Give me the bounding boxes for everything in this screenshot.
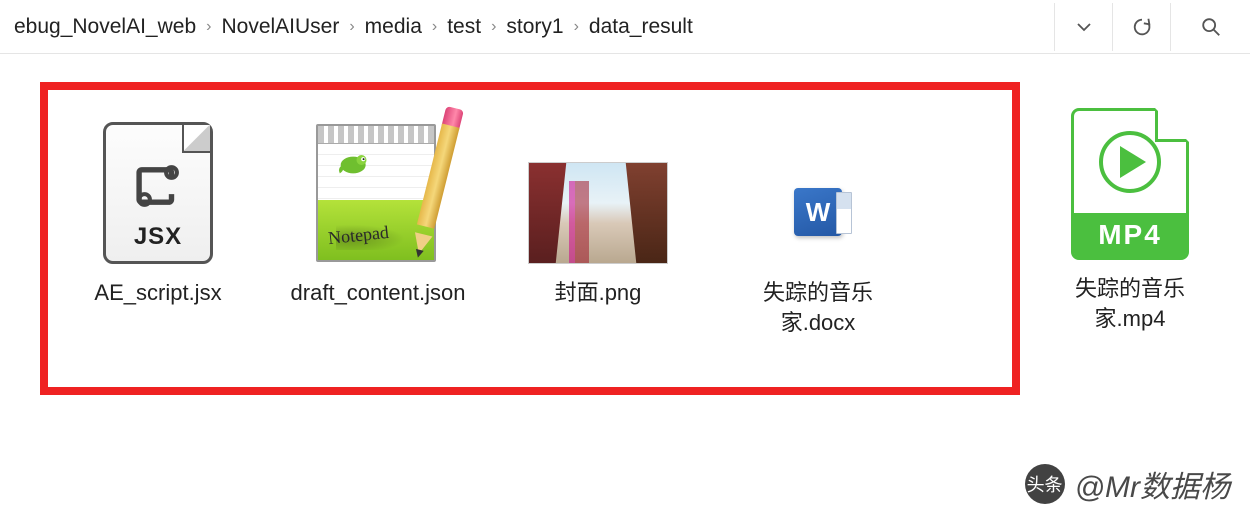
- search-button[interactable]: [1170, 3, 1250, 51]
- breadcrumb[interactable]: ebug_NovelAI_web › NovelAIUser › media ›…: [8, 0, 1054, 53]
- file-label: 失踪的音乐家.docx: [728, 278, 908, 337]
- watermark-text: @Mr数据杨: [1075, 462, 1230, 506]
- breadcrumb-dropdown-button[interactable]: [1054, 3, 1112, 51]
- file-item-mp4[interactable]: MP4 失踪的音乐家.mp4: [1050, 110, 1210, 333]
- crumb-data-result[interactable]: data_result: [583, 15, 699, 39]
- refresh-icon: [1131, 16, 1153, 38]
- address-bar: ebug_NovelAI_web › NovelAIUser › media ›…: [0, 0, 1250, 54]
- word-file-icon: W: [748, 114, 888, 264]
- refresh-button[interactable]: [1112, 3, 1170, 51]
- mp4-file-icon: MP4: [1060, 110, 1200, 260]
- chevron-right-icon: ›: [428, 18, 441, 36]
- watermark-logo-icon: 头条: [1025, 464, 1065, 504]
- crumb-novelaiuser[interactable]: NovelAIUser: [215, 15, 345, 39]
- notepad-file-icon: Notepad: [308, 114, 448, 264]
- chevron-right-icon: ›: [202, 18, 215, 36]
- file-label: 封面.png: [555, 278, 642, 308]
- word-letter: W: [806, 197, 831, 228]
- file-label: draft_content.json: [291, 278, 466, 308]
- chevron-right-icon: ›: [345, 18, 358, 36]
- selection-highlight: JSX AE_script.jsx: [40, 82, 1020, 395]
- file-item-jsx[interactable]: JSX AE_script.jsx: [68, 114, 248, 308]
- chevron-down-icon: [1076, 19, 1092, 35]
- crumb-ebug[interactable]: ebug_NovelAI_web: [8, 15, 202, 39]
- crumb-media[interactable]: media: [359, 15, 428, 39]
- chevron-right-icon: ›: [487, 18, 500, 36]
- jsx-file-icon: JSX: [88, 114, 228, 264]
- chameleon-icon: [338, 150, 380, 180]
- file-item-json[interactable]: Notepad draft_content.json: [288, 114, 468, 308]
- file-item-png[interactable]: 封面.png: [508, 114, 688, 308]
- image-thumbnail-icon: [528, 114, 668, 264]
- file-item-docx[interactable]: W 失踪的音乐家.docx: [728, 114, 908, 337]
- scroll-icon: [129, 159, 187, 213]
- watermark: 头条 @Mr数据杨: [1025, 462, 1230, 506]
- play-icon: [1099, 131, 1161, 193]
- crumb-story1[interactable]: story1: [500, 15, 569, 39]
- crumb-test[interactable]: test: [441, 15, 487, 39]
- search-icon: [1200, 16, 1222, 38]
- file-label: 失踪的音乐家.mp4: [1050, 274, 1210, 333]
- file-grid: JSX AE_script.jsx: [0, 54, 1250, 423]
- chevron-right-icon: ›: [570, 18, 583, 36]
- jsx-badge-text: JSX: [134, 223, 182, 251]
- file-label: AE_script.jsx: [94, 278, 221, 308]
- mp4-badge-text: MP4: [1074, 213, 1186, 257]
